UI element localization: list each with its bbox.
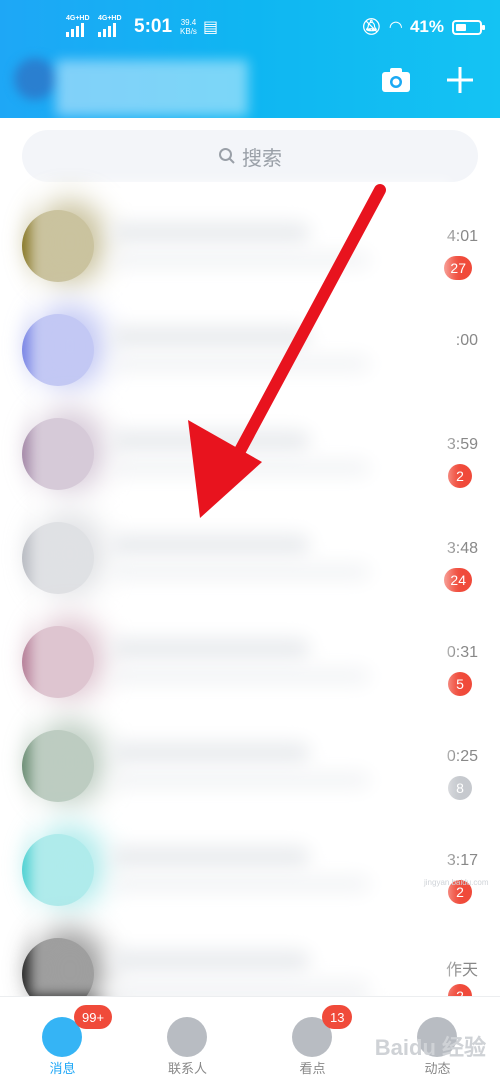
tab-badge: 99+ <box>74 1005 113 1029</box>
conversation-time: 3:59 <box>446 436 478 453</box>
conversation-time: 0:31 <box>446 644 478 661</box>
plus-icon <box>447 67 473 93</box>
privacy-blur-overlay <box>30 180 450 996</box>
tab-messages[interactable]: 消息 99+ <box>0 997 125 1084</box>
camera-button[interactable] <box>374 58 418 102</box>
app-header: 4G+HD 4G+HD 5:01 39.4 KB/s ▤ 🔕︎ ◠ 41% <box>0 0 500 118</box>
conversation-time: 4:01 <box>446 228 478 245</box>
sim1-label: 4G+HD <box>66 15 90 22</box>
sim-card-icon: ▤ <box>202 19 219 36</box>
conversation-time: :00 <box>455 332 478 349</box>
camera-icon <box>382 68 410 92</box>
contacts-icon <box>167 1017 207 1057</box>
conversation-time: 0:25 <box>446 748 478 765</box>
tab-badge: 13 <box>322 1005 353 1029</box>
search-input[interactable]: 搜索 <box>22 130 478 182</box>
battery-percent: 41% <box>409 17 444 36</box>
signal-sim1-icon: 4G+HD <box>66 15 92 39</box>
sim2-label: 4G+HD <box>98 15 122 22</box>
network-speed-unit: KB/s <box>180 27 197 36</box>
unread-badge: 8 <box>448 776 472 800</box>
user-avatar[interactable] <box>14 58 56 100</box>
unread-badge: 5 <box>448 672 472 696</box>
conversation-time: 3:17 <box>446 852 478 869</box>
baidu-watermark: Baidu 经验 <box>374 1035 486 1060</box>
mute-bell-icon: 🔕︎ <box>361 19 382 36</box>
unread-badge: 2 <box>448 464 472 488</box>
status-left: 4G+HD 4G+HD 5:01 39.4 KB/s ▤ <box>66 10 218 44</box>
battery-icon <box>452 19 485 35</box>
watermark-small-text: jingyan.baidu.com <box>424 878 489 887</box>
network-speed-value: 39.4 <box>180 18 197 27</box>
add-button[interactable] <box>438 58 482 102</box>
user-name-blurred <box>56 60 248 116</box>
tab-label: 联系人 <box>167 1061 207 1076</box>
status-bar: 4G+HD 4G+HD 5:01 39.4 KB/s ▤ 🔕︎ ◠ 41% <box>0 10 500 44</box>
wifi-icon: ◠ <box>389 19 402 36</box>
conversation-time: 作天 <box>445 962 478 979</box>
conversation-time: 3:48 <box>446 540 478 557</box>
network-speed: 39.4 KB/s <box>180 18 197 36</box>
status-time: 5:01 <box>134 16 173 37</box>
status-right: 🔕︎ ◠ 41% <box>361 10 485 44</box>
tab-kandian[interactable]: 看点 13 <box>250 997 375 1084</box>
search-icon <box>219 148 235 164</box>
tab-label: 消息 <box>49 1061 76 1076</box>
tab-label: 看点 <box>299 1061 326 1076</box>
tab-contacts[interactable]: 联系人 <box>125 997 250 1084</box>
signal-sim2-icon: 4G+HD <box>98 15 124 39</box>
search-placeholder: 搜索 <box>242 147 282 170</box>
